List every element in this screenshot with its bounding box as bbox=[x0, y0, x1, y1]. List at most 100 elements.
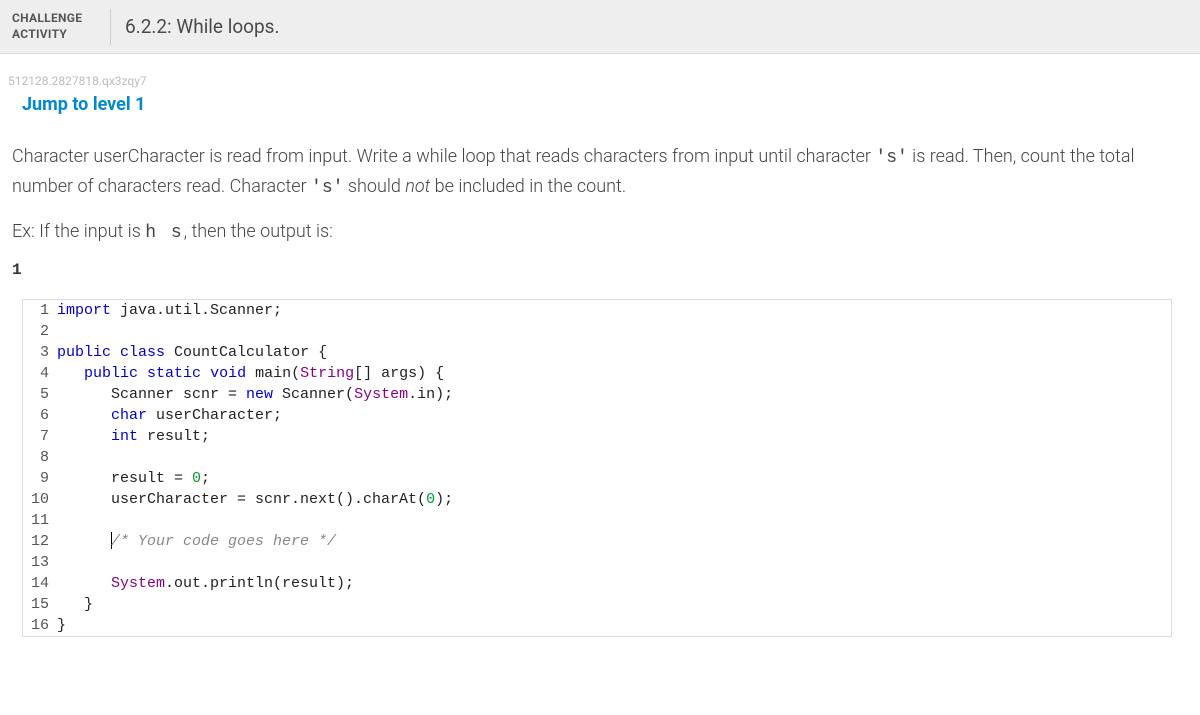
line-number: 12 bbox=[23, 531, 57, 552]
code-token: java.util.Scanner; bbox=[111, 302, 282, 319]
line-number: 5 bbox=[23, 384, 57, 405]
challenge-title: 6.2.2: While loops. bbox=[125, 15, 280, 38]
code-line[interactable]: System.out.println(result); bbox=[57, 573, 1171, 594]
code-row[interactable]: 9 result = 0; bbox=[23, 468, 1171, 489]
code-line[interactable]: int result; bbox=[57, 426, 1171, 447]
code-line[interactable]: public static void main(String[] args) { bbox=[57, 363, 1171, 384]
example-output: 1 bbox=[0, 243, 1200, 285]
line-number: 2 bbox=[23, 321, 57, 342]
code-token: .in); bbox=[408, 386, 453, 403]
instr-sentinel-2: 's' bbox=[311, 178, 343, 198]
code-token: main( bbox=[246, 365, 300, 382]
code-row[interactable]: 10 userCharacter = scnr.next().charAt(0)… bbox=[23, 489, 1171, 510]
code-token: 0 bbox=[192, 470, 201, 487]
code-token: } bbox=[57, 596, 93, 613]
jump-to-level-link[interactable]: Jump to level 1 bbox=[0, 92, 1200, 115]
code-token bbox=[138, 365, 147, 382]
code-line[interactable] bbox=[57, 321, 1171, 342]
code-token: String bbox=[300, 365, 354, 382]
code-token bbox=[57, 365, 84, 382]
code-row[interactable]: 15 } bbox=[23, 594, 1171, 615]
code-row[interactable]: 11 bbox=[23, 510, 1171, 531]
code-token bbox=[57, 407, 111, 424]
example-line: Ex: If the input is h s, then the output… bbox=[0, 203, 1200, 243]
example-suffix: , then the output is: bbox=[184, 221, 333, 242]
line-number: 8 bbox=[23, 447, 57, 468]
code-line[interactable] bbox=[57, 510, 1171, 531]
code-token: int bbox=[111, 428, 138, 445]
code-line[interactable]: import java.util.Scanner; bbox=[57, 300, 1171, 321]
content-area: 512128.2827818.qx3zqy7 Jump to level 1 C… bbox=[0, 54, 1200, 637]
code-token: char bbox=[111, 407, 147, 424]
code-token: Scanner scnr = bbox=[57, 386, 246, 403]
code-row[interactable]: 5 Scanner scnr = new Scanner(System.in); bbox=[23, 384, 1171, 405]
line-number: 3 bbox=[23, 342, 57, 363]
code-line[interactable] bbox=[57, 552, 1171, 573]
line-number: 15 bbox=[23, 594, 57, 615]
code-token bbox=[57, 575, 111, 592]
code-row[interactable]: 16} bbox=[23, 615, 1171, 636]
code-token: userCharacter; bbox=[147, 407, 282, 424]
example-prefix: Ex: If the input is bbox=[12, 221, 145, 242]
code-line[interactable]: char userCharacter; bbox=[57, 405, 1171, 426]
code-row[interactable]: 3public class CountCalculator { bbox=[23, 342, 1171, 363]
code-token: result; bbox=[138, 428, 210, 445]
code-row[interactable]: 7 int result; bbox=[23, 426, 1171, 447]
code-token bbox=[57, 428, 111, 445]
instr-sentinel-1: 's' bbox=[875, 148, 907, 168]
code-token: System bbox=[111, 575, 165, 592]
line-number: 6 bbox=[23, 405, 57, 426]
line-number: 4 bbox=[23, 363, 57, 384]
code-token bbox=[111, 344, 120, 361]
code-line[interactable]: } bbox=[57, 615, 1171, 636]
challenge-activity-label: CHALLENGE ACTIVITY bbox=[0, 3, 110, 50]
code-row[interactable]: 14 System.out.println(result); bbox=[23, 573, 1171, 594]
code-token: result = bbox=[57, 470, 192, 487]
instr-prefix: Character userCharacter is read from inp… bbox=[12, 146, 875, 167]
code-editor[interactable]: 1import java.util.Scanner;2 3public clas… bbox=[22, 299, 1172, 637]
challenge-label-line2: ACTIVITY bbox=[12, 27, 110, 43]
code-line[interactable]: result = 0; bbox=[57, 468, 1171, 489]
code-line[interactable]: userCharacter = scnr.next().charAt(0); bbox=[57, 489, 1171, 510]
code-token: .out.println(result); bbox=[165, 575, 354, 592]
code-line[interactable]: /* Your code goes here */ bbox=[57, 531, 1171, 552]
code-token: new bbox=[246, 386, 273, 403]
seed-identifier: 512128.2827818.qx3zqy7 bbox=[0, 54, 1200, 92]
code-token: ); bbox=[435, 491, 453, 508]
instructions-text: Character userCharacter is read from inp… bbox=[0, 115, 1200, 203]
code-line[interactable]: } bbox=[57, 594, 1171, 615]
instr-not: not bbox=[405, 176, 430, 197]
code-row[interactable]: 1import java.util.Scanner; bbox=[23, 300, 1171, 321]
code-token: import bbox=[57, 302, 111, 319]
code-token: } bbox=[57, 617, 66, 634]
code-token: userCharacter = scnr.next().charAt( bbox=[57, 491, 426, 508]
instr-suffix: be included in the count. bbox=[430, 176, 626, 197]
code-row[interactable]: 12 /* Your code goes here */ bbox=[23, 531, 1171, 552]
line-number: 9 bbox=[23, 468, 57, 489]
instr-should: should bbox=[343, 176, 405, 197]
line-number: 10 bbox=[23, 489, 57, 510]
challenge-label-line1: CHALLENGE bbox=[12, 11, 110, 27]
line-number: 13 bbox=[23, 552, 57, 573]
line-number: 11 bbox=[23, 510, 57, 531]
code-token: ; bbox=[201, 470, 210, 487]
line-number: 14 bbox=[23, 573, 57, 594]
code-row[interactable]: 13 bbox=[23, 552, 1171, 573]
line-number: 16 bbox=[23, 615, 57, 636]
challenge-header: CHALLENGE ACTIVITY 6.2.2: While loops. bbox=[0, 0, 1200, 54]
code-token bbox=[57, 533, 111, 550]
code-row[interactable]: 2 bbox=[23, 321, 1171, 342]
code-line[interactable] bbox=[57, 447, 1171, 468]
code-token: CountCalculator { bbox=[165, 344, 327, 361]
code-token: 0 bbox=[426, 491, 435, 508]
code-token bbox=[201, 365, 210, 382]
code-token: Scanner( bbox=[273, 386, 354, 403]
code-row[interactable]: 4 public static void main(String[] args)… bbox=[23, 363, 1171, 384]
line-number: 1 bbox=[23, 300, 57, 321]
code-row[interactable]: 6 char userCharacter; bbox=[23, 405, 1171, 426]
example-input: h s bbox=[145, 223, 183, 243]
code-line[interactable]: public class CountCalculator { bbox=[57, 342, 1171, 363]
code-token: public bbox=[57, 344, 111, 361]
code-row[interactable]: 8 bbox=[23, 447, 1171, 468]
code-line[interactable]: Scanner scnr = new Scanner(System.in); bbox=[57, 384, 1171, 405]
